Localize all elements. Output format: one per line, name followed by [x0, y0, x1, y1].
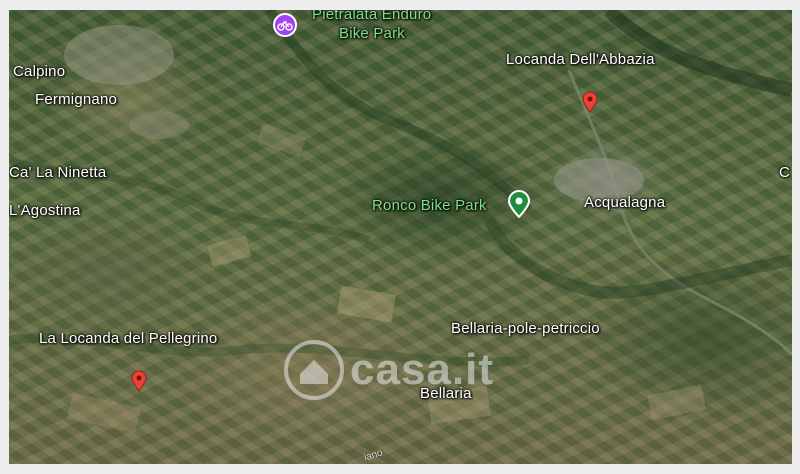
edge-partial-label: C — [779, 164, 791, 181]
pietralata-label-line1[interactable]: Pietralata Enduro — [312, 10, 431, 23]
agostina-label: L'Agostina — [9, 202, 81, 219]
lodging-pin-icon[interactable] — [582, 91, 598, 113]
locanda-abbazia-label[interactable]: Locanda Dell'Abbazia — [506, 52, 655, 68]
acqualagna-label: Acqualagna — [584, 194, 666, 211]
lodging-pin-icon[interactable] — [131, 370, 147, 392]
pietralata-label-line2[interactable]: Bike Park — [339, 26, 405, 42]
map-frame: Pietralata Enduro Bike Park Calpino Ferm… — [0, 0, 800, 474]
calpino-label: Calpino — [13, 63, 66, 80]
ca-la-ninetta-label: Ca' La Ninetta — [9, 164, 107, 181]
casa-logo-icon — [284, 340, 344, 400]
ronco-bike-park-label[interactable]: Ronco Bike Park — [372, 198, 487, 214]
satellite-map[interactable]: Pietralata Enduro Bike Park Calpino Ferm… — [9, 10, 792, 464]
fermignano-label: Fermignano — [35, 91, 118, 108]
locanda-pellegrino-label[interactable]: La Locanda del Pellegrino — [39, 331, 217, 347]
park-pin-icon[interactable] — [507, 190, 531, 218]
watermark-text: casa.it — [350, 345, 494, 394]
bellaria-pole-petriccio-label: Bellaria-pole-petriccio — [451, 320, 600, 337]
bike-park-pin-icon[interactable] — [272, 12, 298, 38]
watermark: casa.it — [284, 340, 494, 400]
